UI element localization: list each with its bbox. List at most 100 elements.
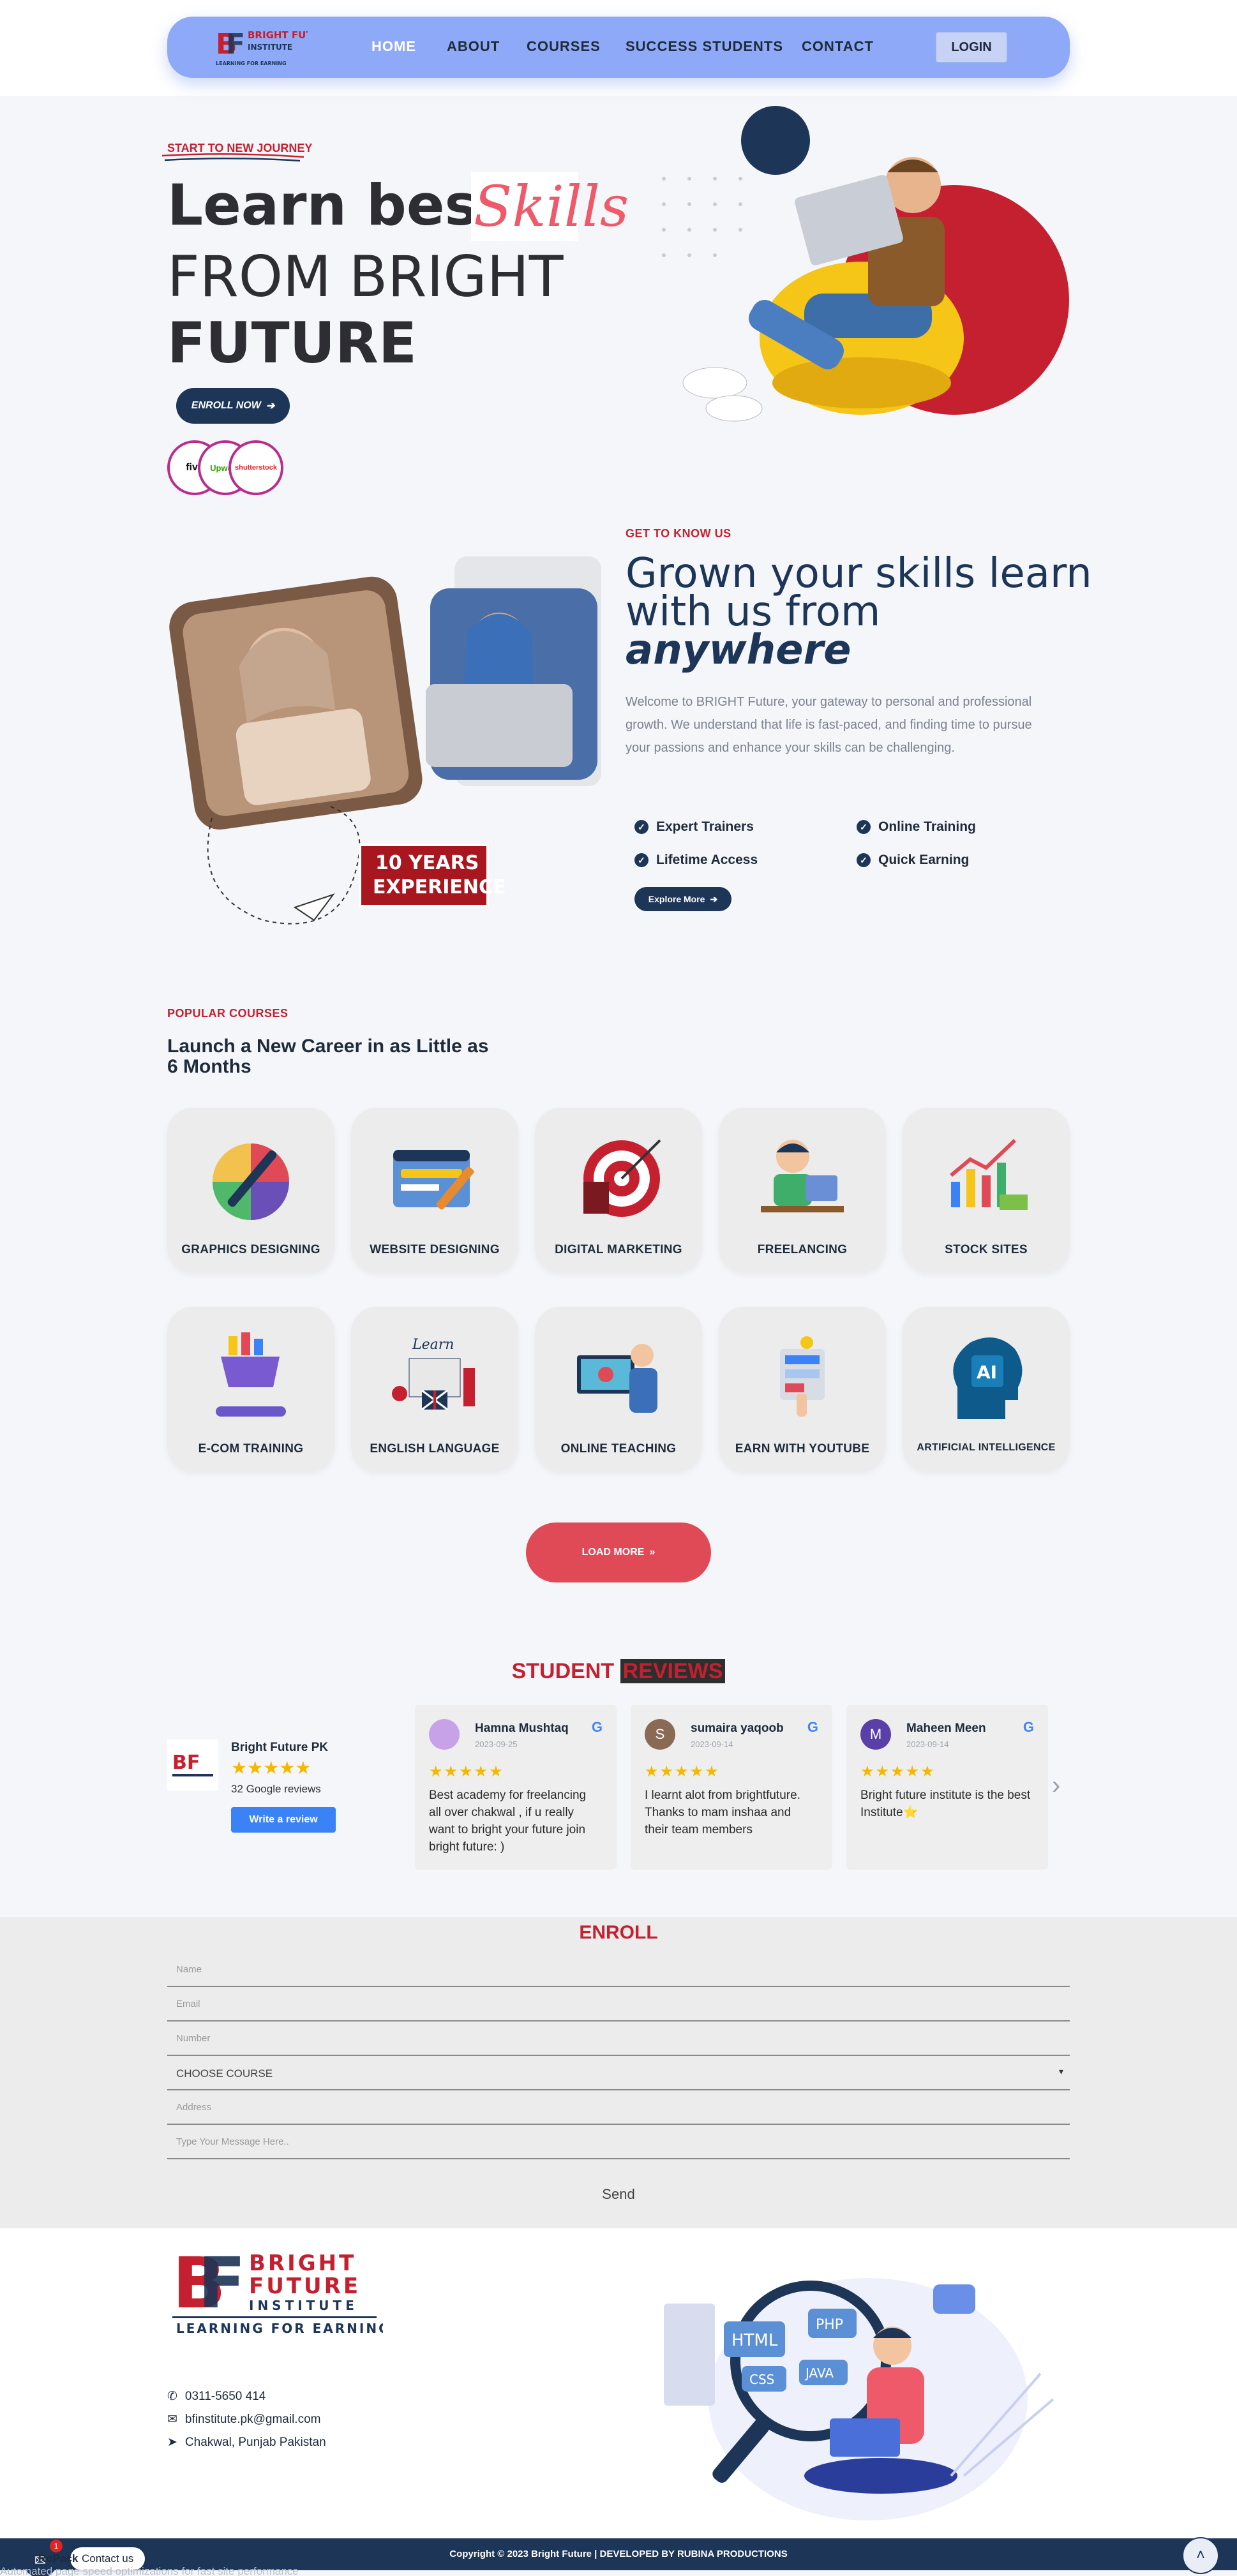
- svg-text:Learn: Learn: [412, 1337, 454, 1353]
- svg-text:FUTURE: FUTURE: [249, 2274, 361, 2299]
- feature-expert-trainers: ✓ Expert Trainers: [634, 819, 754, 835]
- google-icon: G: [1023, 1719, 1034, 1735]
- course-card-e-com-training[interactable]: E-COM TRAINING: [167, 1307, 334, 1471]
- number-field[interactable]: [167, 2021, 1070, 2056]
- nav-courses[interactable]: COURSES: [527, 38, 601, 55]
- check-icon: ✓: [857, 853, 871, 867]
- svg-text:BF: BF: [172, 1752, 200, 1774]
- shopping-cart-icon: [216, 1332, 286, 1417]
- google-icon: G: [807, 1719, 818, 1735]
- chat-notification-badge: 1: [50, 2540, 63, 2552]
- load-more-button[interactable]: LOAD MORE»: [526, 1523, 711, 1582]
- number-input[interactable]: [176, 2033, 1006, 2044]
- send-button[interactable]: Send: [0, 2186, 1237, 2203]
- footer-address: ➤ Chakwal, Punjab Pakistan: [167, 2435, 326, 2450]
- double-chevron-right-icon: »: [649, 1547, 656, 1558]
- svg-text:HTML: HTML: [731, 2331, 778, 2350]
- feature-lifetime-access: ✓ Lifetime Access: [634, 852, 758, 868]
- arrow-circle-icon: ➔: [266, 401, 275, 412]
- name-input[interactable]: [176, 1964, 1006, 1975]
- hero-skills-word: Skills: [474, 174, 629, 239]
- svg-text:BRIGHT FUTURE: BRIGHT FUTURE: [248, 29, 308, 41]
- course-card-artificial-intelligence[interactable]: AI ARTIFICIAL INTELLIGENCE: [903, 1307, 1070, 1471]
- write-review-button[interactable]: Write a review: [231, 1807, 336, 1833]
- check-icon: ✓: [634, 820, 648, 834]
- course-card-website-designing[interactable]: WEBSITE DESIGNING: [351, 1108, 518, 1272]
- course-card-freelancing[interactable]: FREELANCING: [719, 1108, 886, 1272]
- courses-title: Launch a New Career in as Little as 6 Mo…: [167, 1036, 489, 1077]
- svg-text:LEARNING FOR EARNING: LEARNING FOR EARNING: [176, 2321, 383, 2336]
- scroll-to-top-button[interactable]: ˄: [1182, 2537, 1219, 2574]
- course-card-digital-marketing[interactable]: DIGITAL MARKETING: [535, 1108, 702, 1272]
- enroll-now-button[interactable]: ENROLL NOW ➔: [176, 388, 290, 424]
- email-field[interactable]: [167, 1987, 1070, 2021]
- google-icon: G: [591, 1719, 603, 1735]
- review-text: I learnt alot from brightfuture. Thanks …: [645, 1789, 800, 1836]
- course-card-english-language[interactable]: Learn ENGLISH LANGUAGE: [351, 1307, 518, 1471]
- business-name: Bright Future PK: [231, 1741, 328, 1754]
- email-input[interactable]: [176, 1999, 1006, 2009]
- svg-text:F: F: [198, 2244, 246, 2324]
- youtube-phone-icon: [780, 1336, 825, 1417]
- chevron-up-icon: ˄: [1196, 2547, 1205, 2564]
- name-field[interactable]: [167, 1953, 1070, 1987]
- business-logo: BF: [167, 1739, 218, 1791]
- carousel-next-icon[interactable]: ›: [1052, 1771, 1060, 1800]
- explore-more-button[interactable]: Explore More ➔: [634, 887, 731, 911]
- speed-plugin-label: RoPack: [38, 2552, 79, 2565]
- partner-shutterstock-logo: shutterstock: [229, 440, 283, 495]
- nav-home[interactable]: HOME: [371, 38, 416, 55]
- review-text: Best academy for freelancing all over ch…: [429, 1789, 587, 1854]
- svg-text:LEARNING FOR EARNING: LEARNING FOR EARNING: [216, 61, 287, 66]
- course-card-online-teaching[interactable]: ONLINE TEACHING: [535, 1307, 702, 1471]
- review-date: 2023-09-14: [906, 1739, 949, 1749]
- footer-phone[interactable]: ✆ 0311-5650 414: [167, 2389, 266, 2404]
- tag-underline: [161, 153, 304, 162]
- check-icon: ✓: [634, 853, 648, 867]
- stock-growth-chart-icon: [950, 1138, 1028, 1210]
- about-photo-collage: 10 YEARS EXPERIENCE: [169, 556, 601, 925]
- google-review-count: 32 Google reviews: [231, 1783, 321, 1795]
- address-input[interactable]: [176, 2102, 1006, 2113]
- speed-optimization-note: Automated page speed optimizations for f…: [0, 2565, 299, 2576]
- enroll-title: ENROLL: [579, 1922, 658, 1943]
- course-select[interactable]: CHOOSE COURSE ▾: [167, 2056, 1070, 2090]
- nav-success-students[interactable]: SUCCESS STUDENTS: [626, 38, 783, 55]
- nav-contact[interactable]: CONTACT: [802, 38, 874, 55]
- arrow-circle-icon: ➔: [710, 893, 718, 904]
- check-icon: ✓: [857, 820, 871, 834]
- message-field[interactable]: [167, 2125, 1070, 2159]
- footer-logo: B F BRIGHT FUTURE INSTITUTE LEARNING FOR…: [172, 2244, 383, 2336]
- address-field[interactable]: [167, 2090, 1070, 2125]
- review-date: 2023-09-14: [691, 1739, 733, 1749]
- online-teaching-icon: [577, 1344, 657, 1413]
- hero-title-line2: FROM BRIGHT: [167, 244, 564, 309]
- svg-text:JAVA: JAVA: [804, 2365, 834, 2381]
- course-card-earn-with-youtube[interactable]: EARN WITH YOUTUBE: [719, 1307, 886, 1471]
- phone-icon: ✆: [167, 2390, 177, 2403]
- svg-text:AI: AI: [977, 1362, 997, 1383]
- review-card: M Maheen Meen 2023-09-14 G ★★★★★ Bright …: [846, 1705, 1048, 1870]
- reviewer-avatar: [429, 1719, 460, 1750]
- svg-text:EXPERIENCE: EXPERIENCE: [373, 876, 506, 898]
- review-card: Hamna Mushtaq 2023-09-25 G ★★★★★ Best ac…: [415, 1705, 617, 1870]
- login-button[interactable]: LOGIN: [936, 32, 1007, 63]
- nav-about[interactable]: ABOUT: [447, 38, 500, 55]
- reviews-title: STUDENT REVIEWS: [0, 1659, 1237, 1684]
- review-card: S sumaira yaqoob 2023-09-14 G ★★★★★ I le…: [631, 1705, 832, 1870]
- palette-brush-icon: [213, 1143, 289, 1220]
- coding-illustration: HTML PHP CSS JAVA: [664, 2278, 1054, 2520]
- business-rating-stars: ★★★★★: [231, 1758, 311, 1778]
- enroll-now-label: ENROLL NOW: [191, 400, 261, 411]
- about-title-line3: anywhere: [626, 627, 851, 674]
- course-card-stock-sites[interactable]: STOCK SITES: [903, 1108, 1070, 1272]
- message-input[interactable]: [176, 2136, 1006, 2147]
- website-browser-icon: [393, 1150, 474, 1210]
- reviewer-name: sumaira yaqoob: [691, 1722, 784, 1735]
- svg-text:INSTITUTE: INSTITUTE: [248, 43, 292, 52]
- footer-email[interactable]: ✉ bfinstitute.pk@gmail.com: [167, 2412, 320, 2427]
- course-card-graphics-designing[interactable]: GRAPHICS DESIGNING: [167, 1108, 334, 1272]
- english-book-icon: Learn: [392, 1337, 475, 1411]
- header-logo[interactable]: B F BRIGHT FUTURE INSTITUTE LEARNING FOR…: [212, 24, 308, 70]
- email-icon: ✉: [167, 2413, 177, 2426]
